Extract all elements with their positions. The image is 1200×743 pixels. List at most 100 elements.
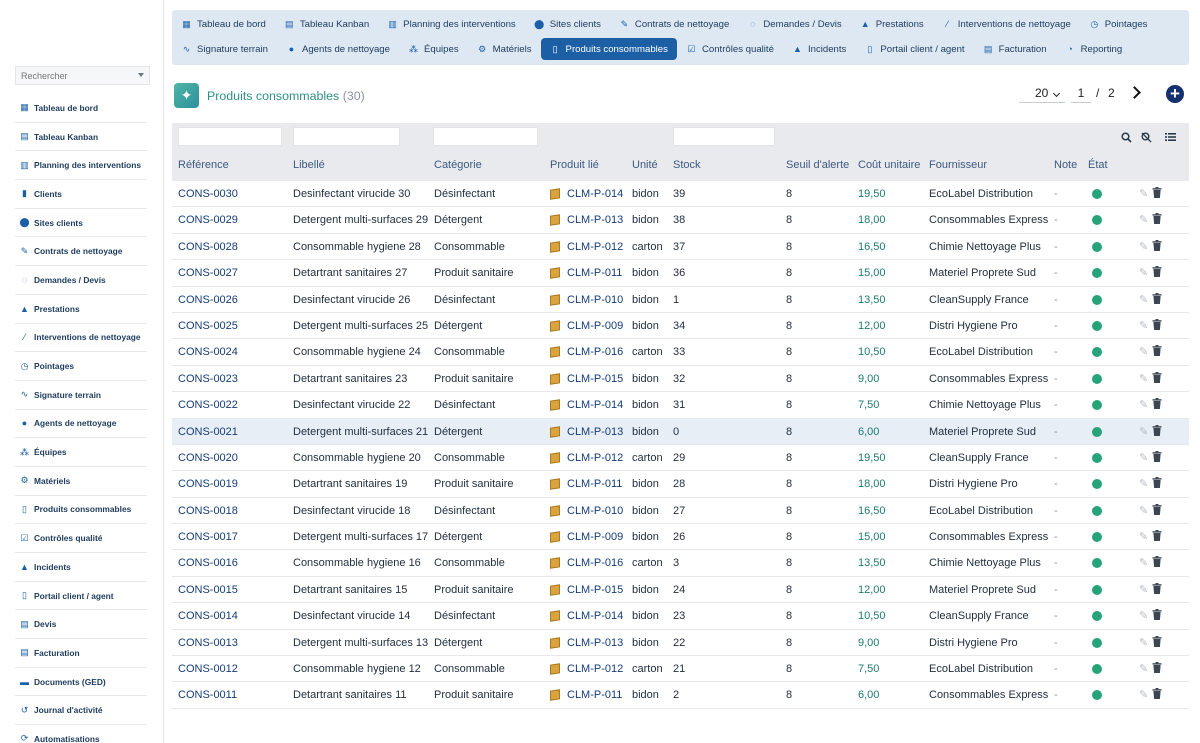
cell-produit-link[interactable]: CLM-P-011 <box>550 689 622 701</box>
edit-pencil-icon[interactable]: ✎ <box>1139 240 1150 253</box>
edit-pencil-icon[interactable]: ✎ <box>1139 504 1150 517</box>
sidebar-item-pointages[interactable]: ◷ Pointages <box>15 352 147 381</box>
cell-produit-link[interactable]: CLM-P-015 <box>550 584 623 596</box>
edit-pencil-icon[interactable]: ✎ <box>1139 477 1150 490</box>
add-record-button[interactable]: + <box>1166 85 1184 103</box>
cell-produit-link[interactable]: CLM-P-011 <box>550 478 622 490</box>
edit-pencil-icon[interactable]: ✎ <box>1139 451 1150 464</box>
cell-ref-link[interactable]: CONS-0017 <box>178 531 238 543</box>
list-columns-icon[interactable] <box>1164 131 1176 143</box>
table-row[interactable]: CONS-0011 Detartrant sanitaires 11 Produit… <box>172 682 1189 709</box>
sidebar-item-tableau-de-bord[interactable]: ▦ Tableau de bord <box>15 94 147 123</box>
cell-ref-link[interactable]: CONS-0013 <box>178 637 238 649</box>
trash-icon[interactable] <box>1152 450 1163 463</box>
cell-ref-link[interactable]: CONS-0028 <box>178 241 238 253</box>
sidebar-item-planning-des-interventions[interactable]: ▥ Planning des interventions <box>15 151 147 181</box>
sidebar-item-documents-ged[interactable]: ▬ Documents (GED) <box>15 668 147 697</box>
edit-pencil-icon[interactable]: ✎ <box>1139 688 1150 701</box>
tab-tableau-kanban[interactable]: ▤ Tableau Kanban <box>275 13 378 35</box>
edit-pencil-icon[interactable]: ✎ <box>1139 398 1150 411</box>
cell-produit-link[interactable]: CLM-P-016 <box>550 557 623 569</box>
edit-pencil-icon[interactable]: ✎ <box>1139 609 1150 622</box>
cell-produit-link[interactable]: CLM-P-014 <box>550 188 623 200</box>
cell-ref-link[interactable]: CONS-0012 <box>178 663 238 675</box>
edit-pencil-icon[interactable]: ✎ <box>1139 213 1150 226</box>
chevron-down-icon[interactable] <box>138 73 144 77</box>
column-header-cout[interactable]: Coût unitaire <box>858 159 920 171</box>
table-row[interactable]: CONS-0012 Consommable hygiene 12 Consommab… <box>172 656 1189 683</box>
cell-produit-link[interactable]: CLM-P-010 <box>550 505 623 517</box>
sidebar-item-prestations[interactable]: ▲ Prestations <box>15 295 147 324</box>
sidebar-item-materiels[interactable]: ⚙ Matériels <box>15 467 147 496</box>
sidebar-item-agents-de-nettoyage[interactable]: ● Agents de nettoyage <box>15 410 147 439</box>
sidebar-search-input[interactable] <box>15 66 150 85</box>
cell-produit-link[interactable]: CLM-P-016 <box>550 346 623 358</box>
tab-reporting[interactable]: ◔ Reporting <box>1056 38 1132 60</box>
trash-icon[interactable] <box>1152 424 1163 437</box>
table-row[interactable]: CONS-0015 Detartrant sanitaires 15 Produit… <box>172 577 1189 604</box>
table-row[interactable]: CONS-0025 Detergent multi-surfaces 25 Déte… <box>172 313 1189 340</box>
sidebar-item-tableau-kanban[interactable]: ▤ Tableau Kanban <box>15 123 147 152</box>
cell-produit-link[interactable]: CLM-P-013 <box>550 637 623 649</box>
trash-icon[interactable] <box>1152 609 1163 621</box>
trash-icon[interactable] <box>1152 345 1163 357</box>
table-row[interactable]: CONS-0021 Detergent multi-surfaces 21 Déte… <box>172 418 1189 445</box>
cell-produit-link[interactable]: CLM-P-011 <box>550 267 622 279</box>
trash-icon[interactable] <box>1152 318 1163 331</box>
trash-icon[interactable] <box>1152 371 1163 384</box>
sidebar-item-devis[interactable]: ▤ Devis <box>15 610 147 640</box>
cell-produit-link[interactable]: CLM-P-014 <box>550 399 623 411</box>
column-header-libelle[interactable]: Libellé <box>293 159 325 171</box>
cell-produit-link[interactable]: CLM-P-009 <box>550 320 623 332</box>
cell-ref-link[interactable]: CONS-0030 <box>178 188 238 200</box>
column-header-note[interactable]: Note <box>1054 159 1077 171</box>
sidebar-item-facturation[interactable]: ▤ Facturation <box>15 639 147 668</box>
cell-ref-link[interactable]: CONS-0014 <box>178 610 238 622</box>
table-row[interactable]: CONS-0019 Detartrant sanitaires 19 Produit… <box>172 471 1189 498</box>
cell-ref-link[interactable]: CONS-0020 <box>178 452 238 464</box>
tab-pointages[interactable]: ◷ Pointages <box>1080 13 1157 35</box>
cell-ref-link[interactable]: CONS-0025 <box>178 320 238 332</box>
edit-pencil-icon[interactable]: ✎ <box>1139 662 1150 675</box>
trash-icon[interactable] <box>1152 239 1163 252</box>
tab-controles-qualite[interactable]: ☑ Contrôles qualité <box>677 38 783 60</box>
table-row[interactable]: CONS-0030 Desinfectant virucide 30 Désinfe… <box>172 181 1189 208</box>
current-page-input[interactable]: 1 <box>1071 84 1091 103</box>
sidebar-item-clients[interactable]: ▮ Clients <box>15 180 147 209</box>
sidebar-item-produits-consommables[interactable]: ▯ Produits consommables <box>15 496 147 525</box>
table-row[interactable]: CONS-0017 Detergent multi-surfaces 17 Déte… <box>172 524 1189 551</box>
tab-planning-des-interventions[interactable]: ▥ Planning des interventions <box>378 13 525 35</box>
cell-ref-link[interactable]: CONS-0027 <box>178 267 238 279</box>
trash-icon[interactable] <box>1152 503 1163 516</box>
edit-pencil-icon[interactable]: ✎ <box>1139 319 1150 332</box>
trash-icon[interactable] <box>1152 398 1163 410</box>
tab-prestations[interactable]: ▲ Prestations <box>851 13 933 35</box>
trash-icon[interactable] <box>1152 292 1163 305</box>
table-row[interactable]: CONS-0026 Desinfectant virucide 26 Désinfe… <box>172 287 1189 313</box>
edit-pencil-icon[interactable]: ✎ <box>1139 345 1150 358</box>
sidebar-item-signature-terrain[interactable]: ∿ Signature terrain <box>15 381 147 410</box>
table-row[interactable]: CONS-0013 Detergent multi-surfaces 13 Déte… <box>172 630 1189 657</box>
cell-produit-link[interactable]: CLM-P-012 <box>550 663 623 675</box>
cell-ref-link[interactable]: CONS-0021 <box>178 426 238 438</box>
filter-ref-input[interactable] <box>178 127 282 146</box>
filter-clear-icon[interactable] <box>1140 131 1152 143</box>
trash-icon[interactable] <box>1152 213 1163 225</box>
sidebar-item-journal-d-activite[interactable]: ↺ Journal d'activité <box>15 696 147 726</box>
tab-contrats-de-nettoyage[interactable]: ✎ Contrats de nettoyage <box>610 13 738 35</box>
filter-stock-input[interactable] <box>673 127 775 146</box>
cell-ref-link[interactable]: CONS-0022 <box>178 399 238 411</box>
sidebar-item-controles-qualite[interactable]: ☑ Contrôles qualité <box>15 524 147 553</box>
trash-icon[interactable] <box>1152 556 1163 568</box>
edit-pencil-icon[interactable]: ✎ <box>1139 530 1150 543</box>
trash-icon[interactable] <box>1152 266 1163 278</box>
sidebar-item-automatisations[interactable]: ⟳ Automatisations <box>15 725 147 743</box>
trash-icon[interactable] <box>1152 530 1163 542</box>
tab-sites-clients[interactable]: ⬤ Sites clients <box>525 13 610 35</box>
trash-icon[interactable] <box>1152 688 1163 700</box>
cell-ref-link[interactable]: CONS-0016 <box>178 557 238 569</box>
edit-pencil-icon[interactable]: ✎ <box>1139 372 1150 385</box>
column-header-categorie[interactable]: Catégorie <box>434 159 482 171</box>
sidebar-item-interventions-de-nettoyage[interactable]: ⁄ Interventions de nettoyage <box>15 324 147 353</box>
next-page-icon[interactable] <box>1129 85 1143 99</box>
